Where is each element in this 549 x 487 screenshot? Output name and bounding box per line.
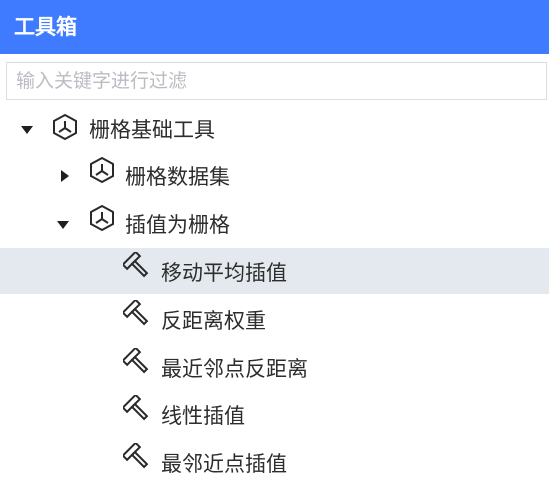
tool-item-label: 移动平均插值 (161, 261, 287, 285)
hammer-icon (123, 348, 151, 376)
tool-tree: 栅格基础工具 栅格数据集 插值为栅格 移动平均插值 反距离权重 最近邻点反距离 … (0, 0, 549, 487)
tool-item-linear[interactable]: 线性插值 (0, 392, 549, 438)
tool-item-idw[interactable]: 反距离权重 (0, 296, 549, 342)
tree-node-root[interactable]: 栅格基础工具 (0, 107, 549, 153)
tree-node-raster-dataset[interactable]: 栅格数据集 (0, 154, 549, 200)
tree-node-interpolate-to-raster[interactable]: 插值为栅格 (0, 201, 549, 247)
tool-item-label: 最近邻点反距离 (161, 357, 308, 381)
tool-item-nearest-neighbor[interactable]: 最邻近点插值 (0, 440, 549, 486)
toolbox-panel: 工具箱 输入关键字进行过滤 栅格基础工具 栅格数据集 插值为栅格 移动平均插值 … (0, 0, 549, 487)
tree-node-label: 栅格数据集 (125, 165, 230, 189)
tool-item-label: 反距离权重 (161, 309, 266, 333)
hammer-icon (123, 300, 151, 328)
expand-arrow-icon[interactable] (57, 221, 69, 229)
tool-item-moving-average[interactable]: 移动平均插值 (0, 248, 549, 294)
hammer-icon (123, 443, 151, 471)
tool-item-label: 最邻近点插值 (161, 452, 287, 476)
cube-icon (51, 113, 79, 141)
tree-node-label: 插值为栅格 (125, 213, 230, 237)
hammer-icon (123, 252, 151, 280)
tree-node-label: 栅格基础工具 (89, 118, 215, 142)
tool-item-label: 线性插值 (161, 404, 245, 428)
collapse-arrow-icon[interactable] (61, 170, 69, 182)
cube-icon (88, 156, 116, 184)
hammer-icon (123, 395, 151, 423)
tool-item-nearest-idw[interactable]: 最近邻点反距离 (0, 344, 549, 390)
cube-icon (88, 204, 116, 232)
expand-arrow-icon[interactable] (21, 126, 33, 134)
